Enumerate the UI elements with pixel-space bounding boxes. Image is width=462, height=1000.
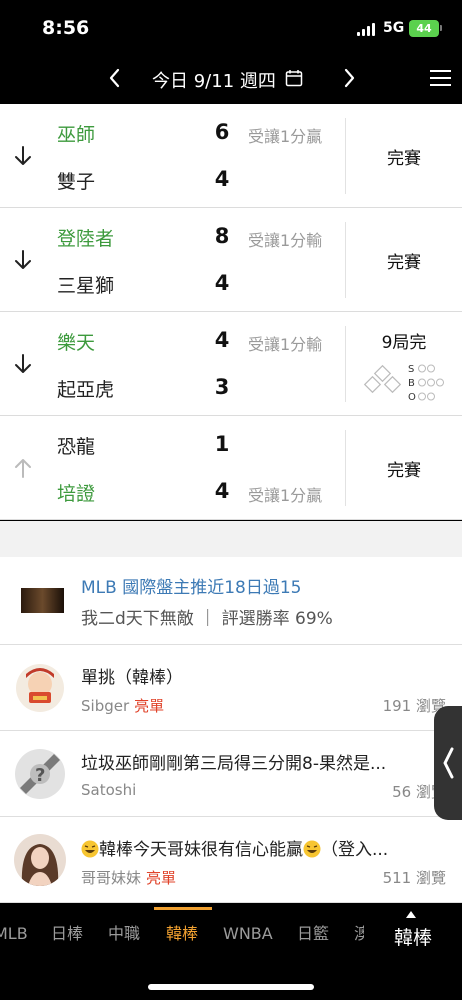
team-score: 3 [214,375,230,399]
chevron-left-icon [443,747,454,779]
game-status: 9局完 [381,333,427,353]
handicap-result: 受讓1分輸 [248,335,323,354]
date-nav: 今日 9/11 週四 [0,56,462,104]
team-name: 樂天 [57,332,96,354]
view-count: 511 瀏覽 [382,869,446,887]
status-bar: 8:56 5G 44 [0,0,462,56]
game-status: 完賽 [387,253,421,273]
author-name[interactable]: Satoshi [81,781,136,799]
clock: 8:56 [42,17,90,39]
section-gap [0,521,462,557]
team-name: 雙子 [57,171,96,193]
hot-tag: 亮單 [134,697,165,715]
article-title-text: 韓棒今天哥妹很有信心能贏 [99,840,303,860]
arrow-down-icon [15,146,31,165]
network-type: 5G [383,20,405,36]
svg-text:?: ? [35,765,45,786]
handicap-result: 受讓1分輸 [248,231,323,250]
team-name: 登陸者 [57,228,115,250]
list-item[interactable]: 韓棒今天哥妹很有信心能贏 （登入... 哥哥妹妹 亮單 511 瀏覽 [0,817,462,903]
game-row[interactable]: 樂天 4 受讓1分輸 起亞虎 3 9局完 S B O [0,312,462,416]
tab-kbo[interactable]: 韓棒 [166,907,198,961]
article-title[interactable]: 垃圾巫師剛剛第三局得三分開8-果然是... [81,749,386,774]
tab-wnba[interactable]: WNBA [223,907,273,961]
article-author: 哥哥妹妹 亮單 [81,867,176,888]
handicap-result: 受讓1分贏 [248,486,323,505]
team-name: 三星獅 [57,275,115,297]
team-name: 恐龍 [57,436,96,458]
side-drawer-handle[interactable] [434,706,462,820]
base-count-icon: S B O [363,364,444,403]
home-indicator [148,984,314,990]
team-score: 4 [214,271,230,295]
team-score: 4 [214,328,230,352]
article-title[interactable]: 韓棒今天哥妹很有信心能贏 （登入... [81,835,388,860]
game-row[interactable]: 登陸者 8 受讓1分輸 三星獅 4 完賽 [0,208,462,312]
game-status: 完賽 [387,461,421,481]
tab-cpbl[interactable]: 中職 [108,907,140,961]
tab-npb[interactable]: 日棒 [51,907,83,961]
menu-icon[interactable] [430,69,451,87]
tab-mlb[interactable]: MLB [0,907,28,961]
list-item[interactable]: ? 垃圾巫師剛剛第三局得三分開8-果然是... Satoshi 56 瀏覽 [0,731,462,817]
handicap-result: 受讓1分贏 [248,127,323,146]
caret-up-icon [406,911,416,918]
team-name: 起亞虎 [57,379,115,401]
article-author: Sibger 亮單 [81,695,164,716]
battery-icon: 44 [409,20,439,37]
game-list: 巫師 6 受讓1分贏 雙子 4 完賽 登陸者 8 受讓1分輸 三星獅 4 完賽 … [0,104,462,520]
team-score: 1 [214,432,230,456]
team-score: 8 [214,224,230,248]
arrow-down-icon [15,354,31,373]
promo-title[interactable]: MLB 國際盤主推近18日過15 [81,573,301,598]
game-status: 完賽 [387,149,421,169]
current-league-button[interactable]: 韓棒 [364,907,462,961]
team-score: 6 [214,120,230,144]
date-title[interactable]: 今日 9/11 週四 [152,67,276,93]
hot-tag: 亮單 [146,869,177,887]
grin-emoji-icon [81,840,99,858]
list-item[interactable]: 單挑（韓棒） Sibger 亮單 191 瀏覽 [0,645,462,731]
arrow-up-icon [15,459,31,478]
avatar [14,834,66,886]
promo-item[interactable]: MLB 國際盤主推近18日過15 我二d天下無敵 ｜ 評選勝率 69% [0,557,462,645]
out-label: O [408,392,416,403]
chevron-left-icon[interactable] [104,65,126,91]
chevron-right-icon[interactable] [338,65,360,91]
article-title[interactable]: 單挑（韓棒） [81,663,183,688]
team-name: 培證 [57,483,96,505]
game-row[interactable]: 巫師 6 受讓1分贏 雙子 4 完賽 [0,104,462,208]
team-score: 4 [214,479,230,503]
article-list: MLB 國際盤主推近18日過15 我二d天下無敵 ｜ 評選勝率 69% 單挑（韓… [0,557,462,903]
calendar-icon[interactable] [285,69,303,87]
current-league-label: 韓棒 [393,927,432,949]
team-score: 4 [214,167,230,191]
grin-emoji-icon [303,840,321,858]
default-avatar-icon: ? [14,748,66,800]
article-author: Satoshi [81,781,136,799]
game-row[interactable]: 恐龍 1 培證 4 受讓1分贏 完賽 [0,416,462,520]
team-name: 巫師 [57,124,96,146]
avatar [14,662,66,714]
promo-subtitle: 我二d天下無敵 ｜ 評選勝率 69% [81,609,333,629]
battery-tip [440,25,442,31]
ball-label: B [408,378,415,389]
promo-thumbnail [21,588,64,613]
strike-label: S [408,364,414,375]
league-tab-bar: MLB 日棒 中職 韓棒 WNBA 日籃 澳 韓棒 [0,907,462,961]
arrow-down-icon [15,250,31,269]
article-title-suffix: （登入... [321,840,389,860]
signal-icon [357,22,377,36]
battery-level: 44 [416,22,432,35]
tab-jbasketball[interactable]: 日籃 [297,907,329,961]
author-name[interactable]: Sibger [81,697,129,715]
author-name[interactable]: 哥哥妹妹 [81,869,141,887]
